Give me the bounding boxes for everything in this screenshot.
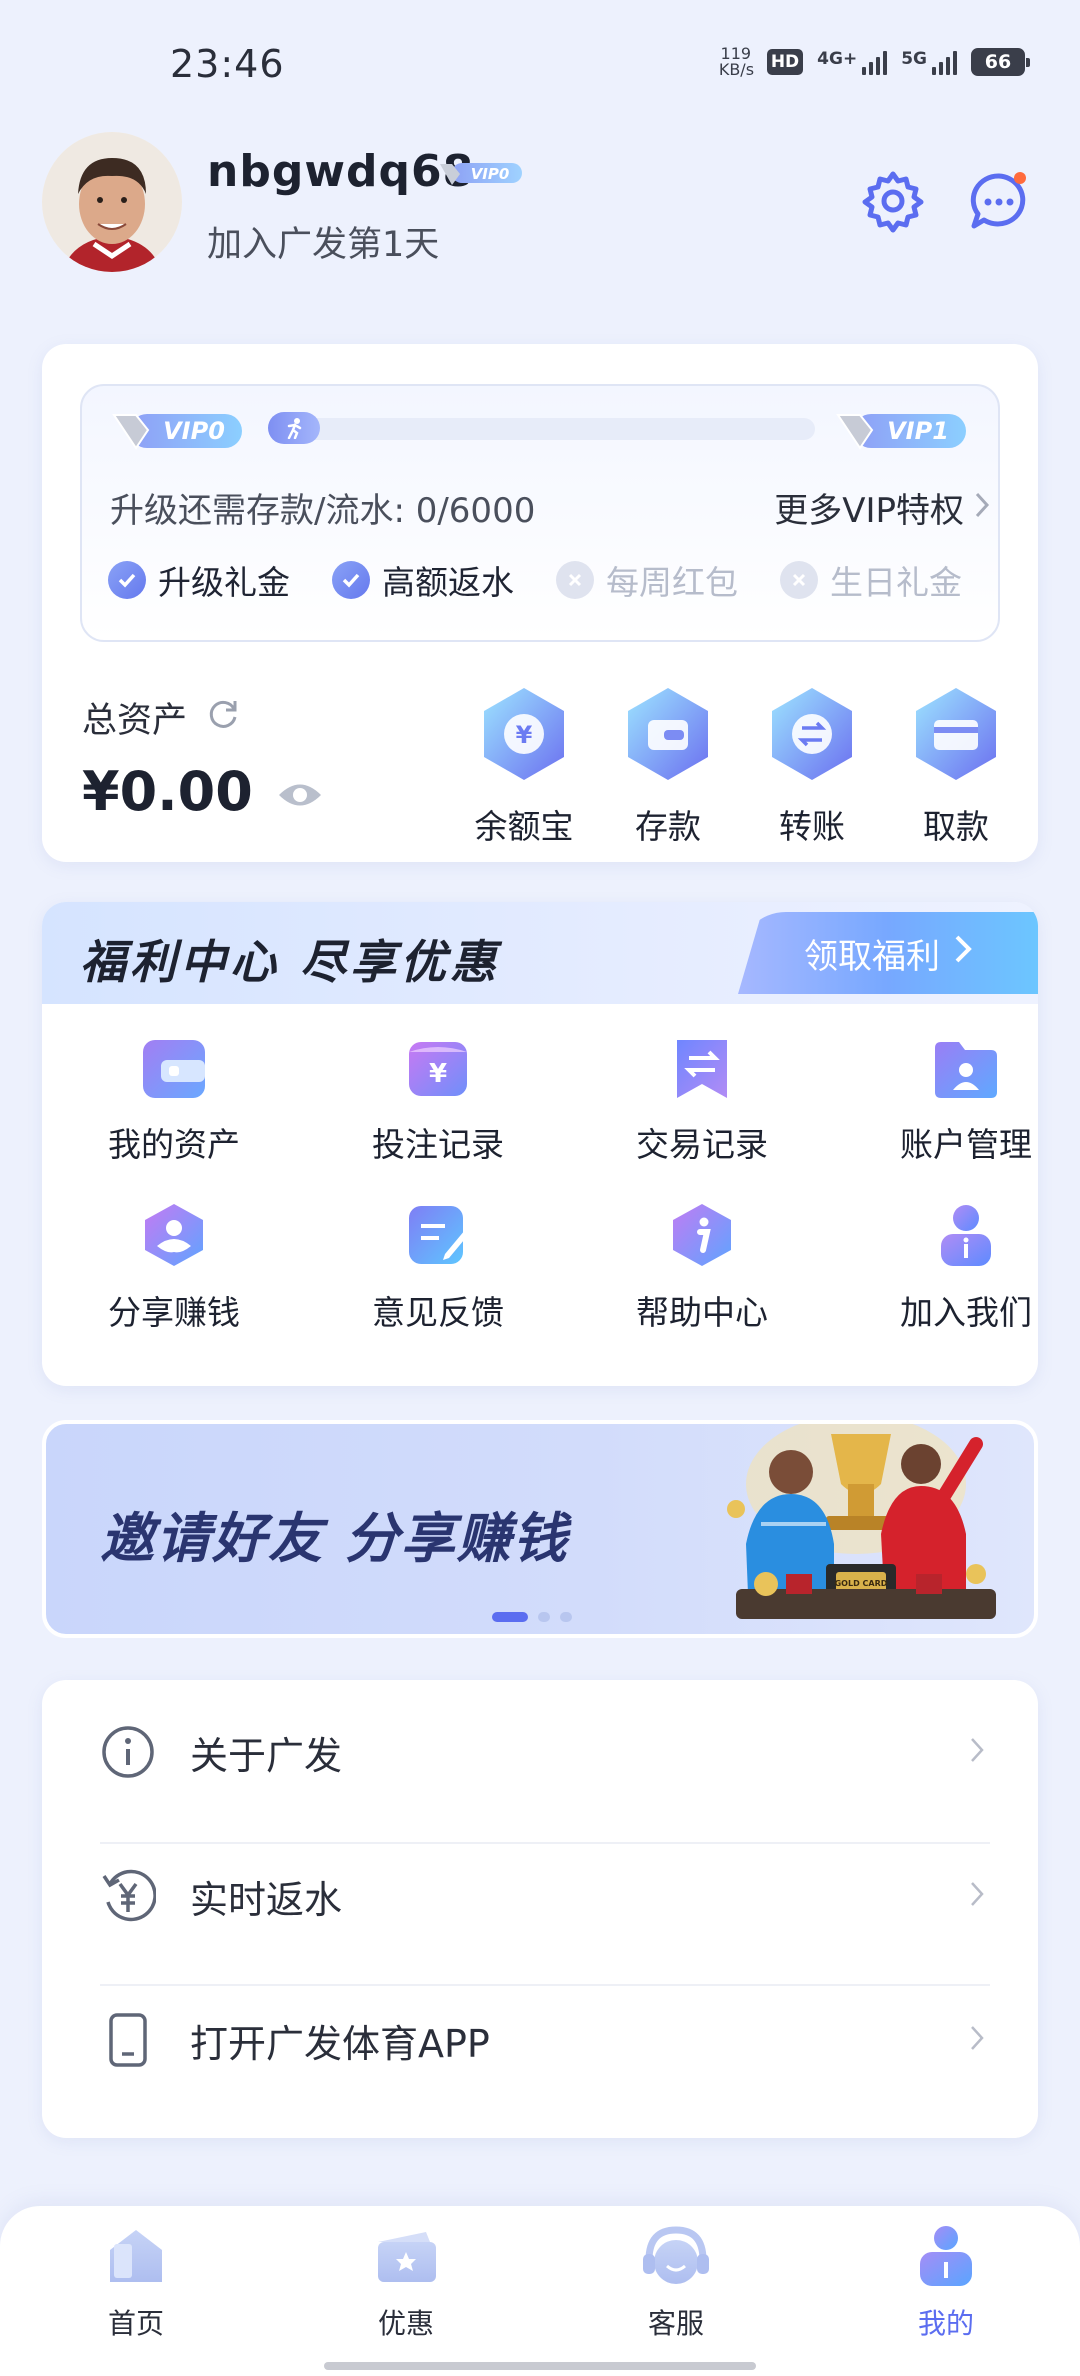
grid-account-management[interactable]: 账户管理 [856,1038,1038,1166]
svg-text:VIP0: VIP0 [163,417,225,445]
perk-birthday-gift: 生日礼金 [780,556,962,604]
status-time: 23:46 [170,42,285,86]
avatar[interactable] [42,132,182,272]
vip-current-badge: VIP0 [112,406,246,454]
claim-welfare-button[interactable]: 领取福利 [738,912,1038,994]
chevron-right-icon [970,2025,984,2055]
vip-progress-track [270,418,815,440]
ticket-icon [374,2224,438,2292]
grid-feedback[interactable]: 意见反馈 [328,1202,548,1334]
user-icon [914,2224,978,2292]
headset-icon [641,2224,711,2292]
check-icon [108,561,146,599]
transfer-icon [768,686,856,786]
menu-about[interactable]: 关于广发 [42,1680,1038,1824]
wallet-icon [624,686,712,786]
perk-upgrade-gift: 升级礼金 [108,556,290,604]
svg-text:GOLD CARD: GOLD CARD [835,1579,888,1588]
vip-next-badge: VIP1 [836,406,970,454]
yuan-icon: ¥ [480,686,568,786]
nav-home[interactable]: 首页 [56,2224,216,2342]
chevron-right-icon [954,933,972,973]
grid-help-center[interactable]: 帮助中心 [592,1202,812,1334]
pagination-dot[interactable] [560,1612,572,1622]
svg-text:¥: ¥ [429,1059,447,1089]
message-icon[interactable] [966,168,1032,234]
check-icon [332,561,370,599]
nav-promotions[interactable]: 优惠 [326,2224,486,2342]
pagination-dot[interactable] [492,1612,528,1622]
more-vip-privileges-link[interactable]: 更多VIP特权 [774,483,990,532]
eye-icon[interactable] [277,760,323,823]
perk-weekly-red-packet: 每周红包 [556,556,738,604]
transaction-icon [669,1038,735,1104]
rebate-icon [100,1868,157,1924]
feedback-icon [405,1202,471,1272]
invite-banner[interactable]: 邀请好友 分享赚钱 GOLD CARD [42,1420,1038,1638]
yuebao-button[interactable]: ¥ 余额宝 [464,686,584,848]
nav-customer-service[interactable]: 客服 [596,2224,756,2342]
status-icons: 119 KB/s HD 4G+ 5G 66 [718,44,1030,79]
settings-list: 关于广发 实时返水 打开广发体育APP [42,1680,1038,2138]
joined-days: 加入广发第1天 [207,225,440,265]
banner-illustration: GOLD CARD [676,1424,1034,1634]
runner-icon [268,412,320,444]
username: nbgwdq68 [207,146,475,197]
gear-icon[interactable] [860,168,926,234]
grid-transaction-records[interactable]: 交易记录 [592,1038,812,1166]
svg-text:¥: ¥ [516,721,533,749]
card-icon [912,686,1000,786]
battery-icon: 66 [971,48,1030,76]
vip-requirement: 升级还需存款/流水: 0/6000 [110,491,536,531]
signal-5g-icon: 5G [901,49,957,75]
menu-open-app[interactable]: 打开广发体育APP [42,1968,1038,2112]
deposit-button[interactable]: 存款 [608,686,728,848]
total-assets-value: ¥0.00 [82,760,323,823]
nav-mine[interactable]: 我的 [866,2224,1026,2342]
vip-badge-small: VIP0 [438,158,524,188]
chevron-right-icon [970,1737,984,1767]
grid-share-earn[interactable]: 分享赚钱 [64,1202,284,1334]
share-icon [141,1202,207,1272]
hd-icon: HD [766,49,804,75]
refresh-icon[interactable] [205,695,241,740]
phone-icon [100,2012,156,2068]
signal-4g-icon: 4G+ [817,49,888,75]
perk-high-rebate: 高额返水 [332,556,514,604]
welfare-title: 福利中心 尽享优惠 [80,935,501,989]
welfare-center-card: 福利中心 尽享优惠 领取福利 我的资产 ¥ 投注记录 交易记录 账户管理 分享赚… [42,902,1038,1386]
withdraw-button[interactable]: 取款 [896,686,1016,848]
bet-record-icon: ¥ [405,1038,471,1104]
grid-my-assets[interactable]: 我的资产 [64,1038,284,1166]
chevron-right-icon [970,1881,984,1911]
wallet-icon [141,1038,207,1104]
join-icon [933,1202,999,1272]
info-circle-icon [100,1724,156,1780]
svg-text:VIP0: VIP0 [471,165,510,183]
home-icon [104,2224,168,2292]
total-assets-label: 总资产 [82,692,241,743]
banner-pagination [492,1612,572,1622]
x-icon [556,561,594,599]
grid-bet-records[interactable]: ¥ 投注记录 [328,1038,548,1166]
chevron-right-icon [974,488,990,528]
x-icon [780,561,818,599]
menu-realtime-rebate[interactable]: 实时返水 [42,1824,1038,1968]
network-speed: 119 KB/s [718,44,755,79]
info-icon [669,1202,735,1272]
grid-join-us[interactable]: 加入我们 [856,1202,1038,1334]
transfer-button[interactable]: 转账 [752,686,872,848]
banner-text: 邀请好友 分享赚钱 [100,1507,569,1570]
home-indicator[interactable] [324,2362,756,2370]
svg-text:VIP1: VIP1 [887,417,949,445]
pagination-dot[interactable] [538,1612,550,1622]
folder-user-icon [933,1038,999,1104]
status-bar: 23:46 119 KB/s HD 4G+ 5G 66 [0,0,1080,130]
